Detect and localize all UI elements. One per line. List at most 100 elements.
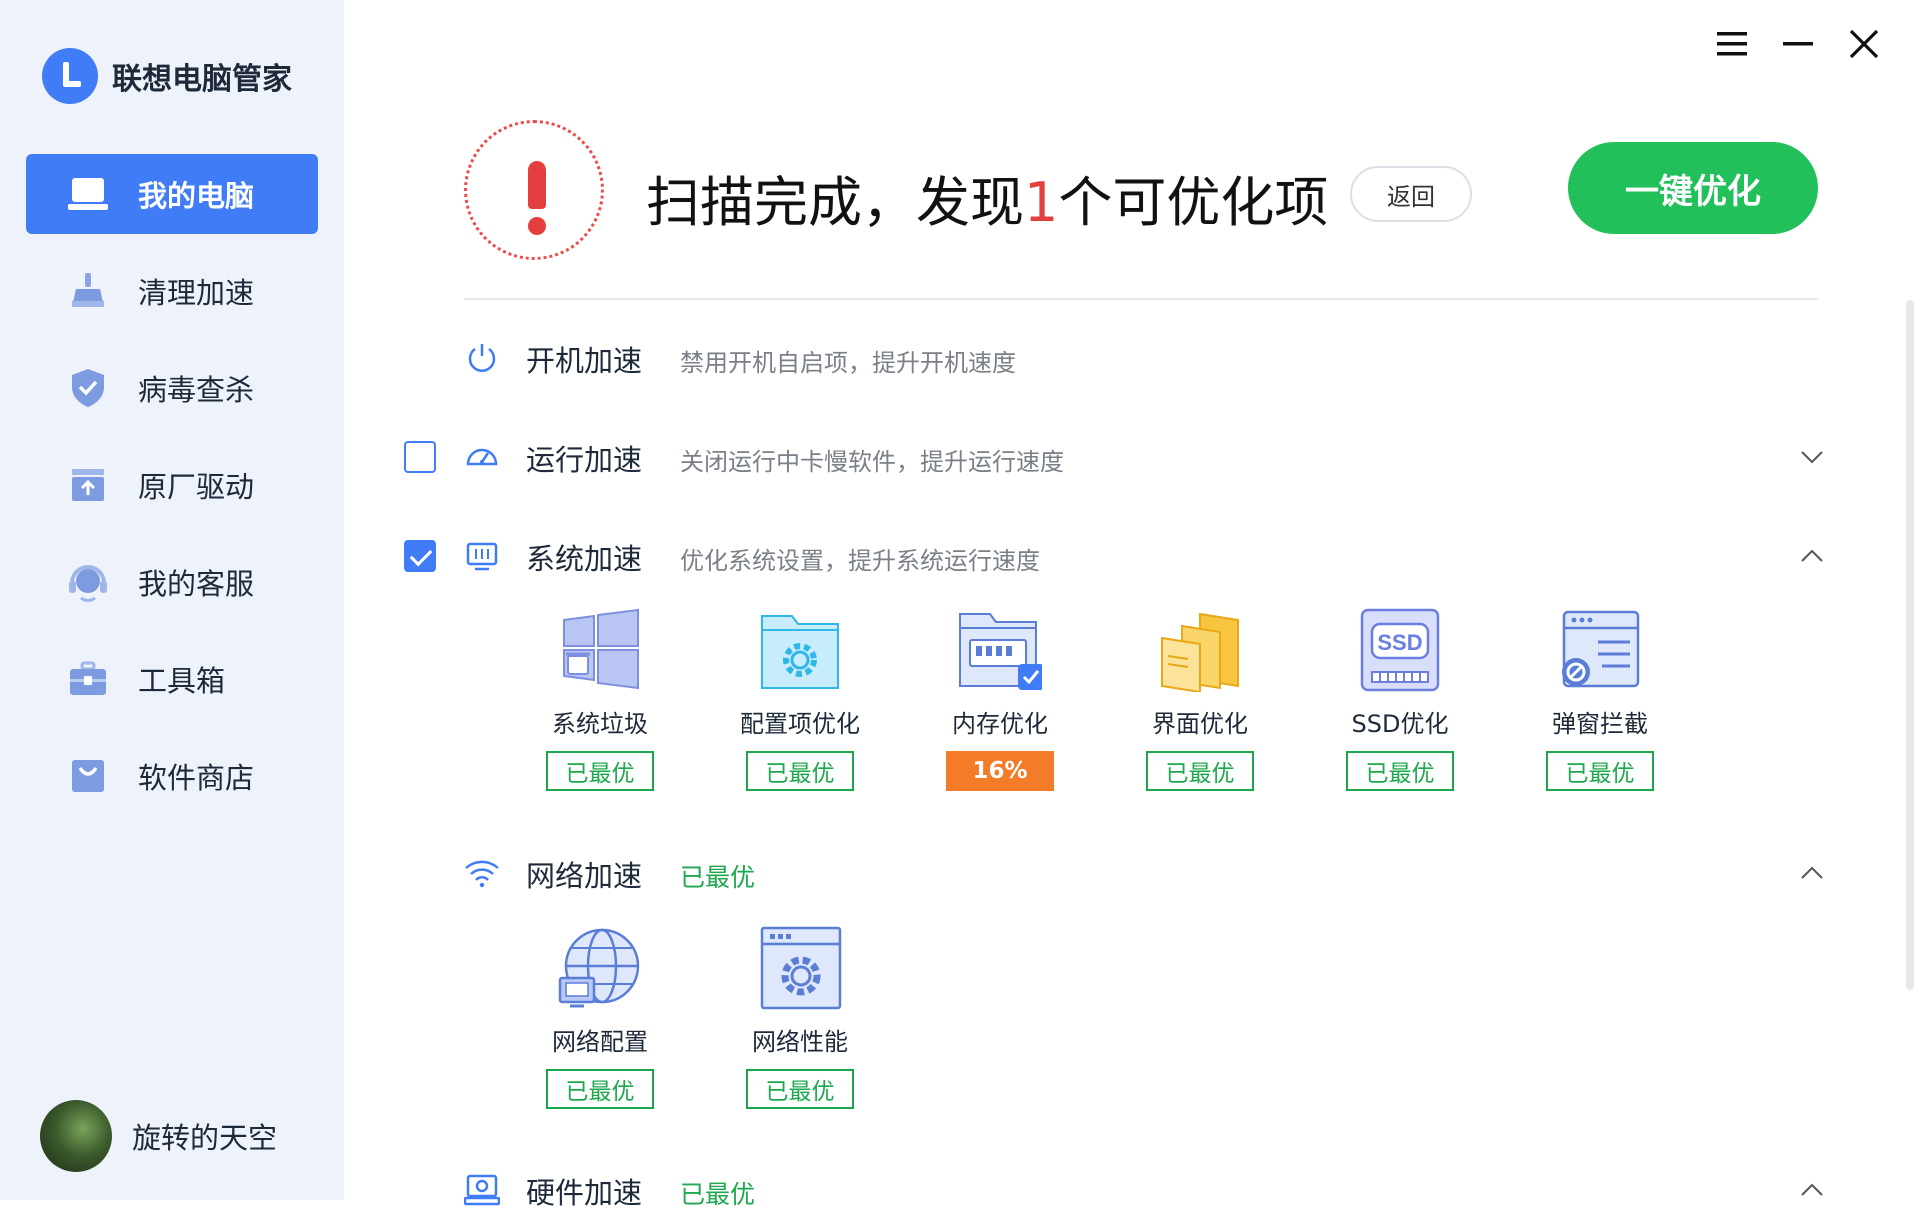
- issue-count: 1: [1024, 171, 1059, 234]
- tile-status: 已最优: [1546, 751, 1654, 791]
- title-text-suffix: 个可优化项: [1058, 171, 1329, 234]
- tile-label: 弹窗拦截: [1552, 710, 1648, 738]
- sidebar-item-label: 我的电脑: [138, 179, 255, 213]
- laptop-icon: [66, 172, 110, 216]
- toolbox-icon: [66, 657, 110, 701]
- tile-config-optimize[interactable]: 配置项优化 已最优: [740, 608, 860, 791]
- user-profile[interactable]: 旋转的天空: [40, 1100, 277, 1172]
- user-name: 旋转的天空: [132, 1121, 278, 1155]
- window-controls: [1716, 29, 1880, 63]
- tile-popup-block[interactable]: 弹窗拦截 已最优: [1546, 608, 1654, 791]
- tile-label: 界面优化: [1152, 710, 1248, 738]
- alert-icon: [464, 120, 604, 260]
- sidebar-item-cleanup[interactable]: 清理加速: [26, 251, 318, 331]
- sidebar-item-label: 清理加速: [138, 276, 255, 310]
- section-description: 优化系统设置，提升系统运行速度: [680, 547, 1040, 575]
- tile-network-performance[interactable]: 网络性能 已最优: [746, 926, 854, 1109]
- minimize-button[interactable]: [1782, 30, 1814, 62]
- system-checkbox[interactable]: [404, 540, 436, 572]
- section-title: 开机加速: [526, 344, 643, 378]
- ssd-drive-icon: SSD: [1358, 608, 1442, 692]
- tile-memory-optimize[interactable]: 内存优化 16%: [946, 608, 1054, 791]
- popup-block-icon: [1558, 608, 1642, 692]
- tile-status: 已最优: [1146, 751, 1254, 791]
- sidebar-item-label: 原厂驱动: [138, 470, 255, 504]
- back-button[interactable]: 返回: [1350, 166, 1472, 222]
- window-gear-icon: [758, 926, 842, 1010]
- tile-status: 已最优: [546, 1069, 654, 1109]
- sidebar-item-drivers[interactable]: 原厂驱动: [26, 445, 318, 525]
- chevron-down-icon[interactable]: [1796, 441, 1828, 473]
- tile-label: 网络性能: [752, 1028, 848, 1056]
- sidebar-item-label: 病毒查杀: [138, 373, 255, 407]
- minimize-icon: [1783, 31, 1813, 61]
- sidebar-item-label: 工具箱: [138, 664, 226, 698]
- sidebar-item-label: 我的客服: [138, 567, 255, 601]
- sidebar-item-support[interactable]: 我的客服: [26, 542, 318, 622]
- speedometer-icon: [464, 439, 500, 475]
- hardware-icon: [464, 1172, 500, 1208]
- chevron-up-icon[interactable]: [1796, 540, 1828, 572]
- app-name: 联想电脑管家: [112, 62, 292, 97]
- tile-ssd-optimize[interactable]: SSD SSD优化 已最优: [1346, 608, 1454, 791]
- system-settings-icon: [464, 538, 500, 574]
- tile-label: 网络配置: [552, 1028, 648, 1056]
- sidebar: 联想电脑管家 我的电脑 清理加速 病毒查杀 原厂驱动 我的客服 工具箱 软件商店…: [0, 0, 344, 1200]
- sidebar-item-toolbox[interactable]: 工具箱: [26, 639, 318, 719]
- tile-progress: 16%: [946, 751, 1054, 791]
- chevron-up-icon[interactable]: [1796, 1174, 1828, 1206]
- section-title: 网络加速: [526, 859, 643, 893]
- sidebar-item-label: 软件商店: [138, 761, 255, 795]
- sidebar-item-store[interactable]: 软件商店: [26, 736, 318, 816]
- avatar[interactable]: [40, 1100, 112, 1172]
- section-runtime: 运行加速 关闭运行中卡慢软件，提升运行速度: [404, 427, 1824, 487]
- section-network: 网络加速 已最优: [404, 843, 1824, 903]
- tile-network-config[interactable]: 网络配置 已最优: [546, 926, 654, 1109]
- scan-result-title: 扫描完成，发现1个可优化项: [646, 158, 1328, 237]
- tile-ui-optimize[interactable]: 界面优化 已最优: [1146, 608, 1254, 791]
- broom-icon: [66, 269, 110, 313]
- tile-status: 已最优: [746, 1069, 854, 1109]
- section-title: 系统加速: [526, 542, 643, 576]
- wifi-icon: [464, 855, 500, 891]
- chevron-up-icon[interactable]: [1796, 857, 1828, 889]
- ssd-label: SSD: [1377, 630, 1422, 655]
- section-status: 已最优: [680, 863, 756, 892]
- windows-trash-icon: [558, 608, 642, 692]
- close-button[interactable]: [1848, 29, 1880, 63]
- sidebar-item-antivirus[interactable]: 病毒查杀: [26, 348, 318, 428]
- brand: 联想电脑管家: [42, 48, 292, 104]
- section-startup: 开机加速 禁用开机自启项，提升开机速度: [404, 328, 1824, 388]
- system-tiles: 系统垃圾 已最优 配置项优化 已最优 内存优化 16% 界面优化 已最优 SSD…: [546, 608, 1746, 791]
- section-system: 系统加速 优化系统设置，提升系统运行速度: [404, 526, 1824, 586]
- headset-icon: [66, 560, 110, 604]
- sidebar-item-my-computer[interactable]: 我的电脑: [26, 154, 318, 234]
- network-tiles: 网络配置 已最优 网络性能 已最优: [546, 926, 946, 1109]
- shield-icon: [66, 366, 110, 410]
- stacked-windows-icon: [1158, 608, 1242, 694]
- folder-gear-icon: [758, 608, 842, 692]
- tile-label: SSD优化: [1351, 710, 1449, 738]
- memory-chip-icon: [958, 608, 1044, 692]
- section-description: 关闭运行中卡慢软件，提升运行速度: [680, 448, 1064, 476]
- section-description: 禁用开机自启项，提升开机速度: [680, 349, 1016, 377]
- driver-box-icon: [66, 463, 110, 507]
- tile-status: 已最优: [1346, 751, 1454, 791]
- tile-system-junk[interactable]: 系统垃圾 已最优: [546, 608, 654, 791]
- store-bag-icon: [66, 754, 110, 798]
- runtime-checkbox[interactable]: [404, 441, 436, 473]
- menu-button[interactable]: [1716, 30, 1748, 62]
- section-status: 已最优: [680, 1180, 756, 1209]
- tile-label: 系统垃圾: [552, 710, 648, 738]
- scrollbar[interactable]: [1906, 300, 1914, 990]
- close-icon: [1849, 29, 1879, 63]
- power-icon: [464, 340, 500, 376]
- sidebar-nav: 我的电脑 清理加速 病毒查杀 原厂驱动 我的客服 工具箱 软件商店: [26, 154, 318, 833]
- globe-monitor-icon: [558, 926, 642, 1010]
- one-click-optimize-button[interactable]: 一键优化: [1568, 142, 1818, 234]
- app-logo-icon: [42, 48, 98, 104]
- title-text: 扫描完成，发现: [646, 171, 1024, 234]
- tile-label: 内存优化: [952, 710, 1048, 738]
- tile-status: 已最优: [546, 751, 654, 791]
- section-title: 运行加速: [526, 443, 643, 477]
